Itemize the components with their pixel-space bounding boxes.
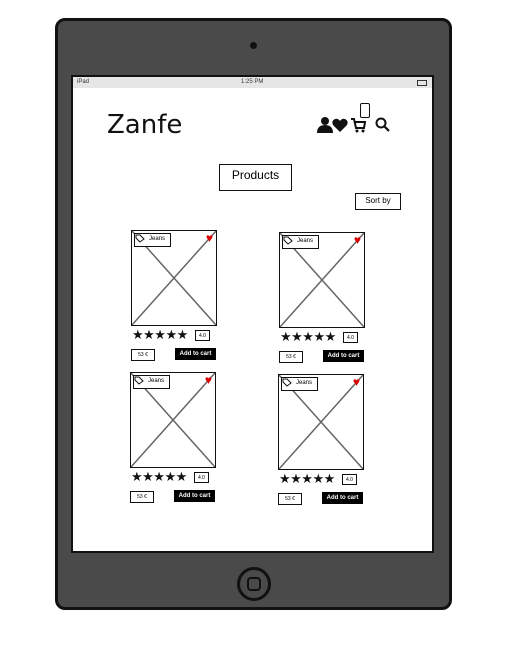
product-image-placeholder[interactable]: Jeans ♥ <box>130 372 216 468</box>
cart-icon[interactable] <box>350 117 366 133</box>
add-to-cart-button[interactable]: Add to cart <box>323 350 364 362</box>
product-card[interactable]: Jeans ♥ ★★★★★ 4.0 53 € Add to cart <box>279 232 369 372</box>
rating-value: 4.0 <box>342 474 357 485</box>
tag-icon <box>283 236 293 245</box>
product-card[interactable]: Jeans ♥ ★★★★★ 4.0 53 € Add to cart <box>278 374 368 514</box>
favorite-heart-icon[interactable]: ♥ <box>206 232 213 244</box>
tag-icon <box>282 378 292 387</box>
tag-icon <box>134 376 144 385</box>
status-device: iPad <box>77 79 90 85</box>
product-image-placeholder[interactable]: Jeans ♥ <box>278 374 364 470</box>
add-to-cart-button[interactable]: Add to cart <box>174 490 215 502</box>
category-tag[interactable]: Jeans <box>281 377 319 391</box>
favorite-heart-icon[interactable]: ♥ <box>353 376 360 388</box>
star-rating: ★★★★★ <box>279 471 335 486</box>
product-card[interactable]: Jeans ♥ ★★★★★ 4.0 53 € Add to cart <box>131 230 221 370</box>
add-to-cart-button[interactable]: Add to cart <box>175 348 216 360</box>
products-button[interactable]: Products <box>219 164 292 191</box>
category-tag[interactable]: Jeans <box>134 233 172 247</box>
sort-by-button[interactable]: Sort by <box>355 193 401 210</box>
search-icon[interactable] <box>375 117 391 133</box>
add-to-cart-button[interactable]: Add to cart <box>322 492 363 504</box>
status-bar: iPad 1:25 PM <box>73 77 432 88</box>
rating-value: 4.0 <box>343 332 358 343</box>
tag-label: Jeans <box>296 380 313 386</box>
product-card[interactable]: Jeans ♥ ★★★★★ 4.0 53 € Add to cart <box>130 372 220 512</box>
tag-icon <box>135 234 145 243</box>
screen: iPad 1:25 PM Zanfe Products Sort by Jean… <box>71 75 434 553</box>
rating-value: 4.0 <box>194 472 209 483</box>
heart-icon[interactable] <box>332 118 348 132</box>
product-image-placeholder[interactable]: Jeans ♥ <box>279 232 365 328</box>
price-label: 53 € <box>130 491 154 503</box>
star-rating: ★★★★★ <box>131 469 187 484</box>
battery-icon <box>417 80 427 86</box>
rating-value: 4.0 <box>195 330 210 341</box>
price-label: 53 € <box>131 349 155 361</box>
favorite-heart-icon[interactable]: ♥ <box>354 234 361 246</box>
brand-logo[interactable]: Zanfe <box>107 110 182 140</box>
price-label: 53 € <box>279 351 303 363</box>
tag-label: Jeans <box>297 238 314 244</box>
status-time: 1:25 PM <box>241 79 264 85</box>
category-tag[interactable]: Jeans <box>133 375 171 389</box>
price-label: 53 € <box>278 493 302 505</box>
product-image-placeholder[interactable]: Jeans ♥ <box>131 230 217 326</box>
category-tag[interactable]: Jeans <box>282 235 320 249</box>
camera-dot <box>250 42 257 49</box>
favorite-heart-icon[interactable]: ♥ <box>205 374 212 386</box>
star-rating: ★★★★★ <box>280 329 336 344</box>
phone-icon <box>360 103 370 118</box>
home-button[interactable] <box>237 567 271 601</box>
tag-label: Jeans <box>148 378 165 384</box>
tag-label: Jeans <box>149 236 166 242</box>
star-rating: ★★★★★ <box>132 327 188 342</box>
